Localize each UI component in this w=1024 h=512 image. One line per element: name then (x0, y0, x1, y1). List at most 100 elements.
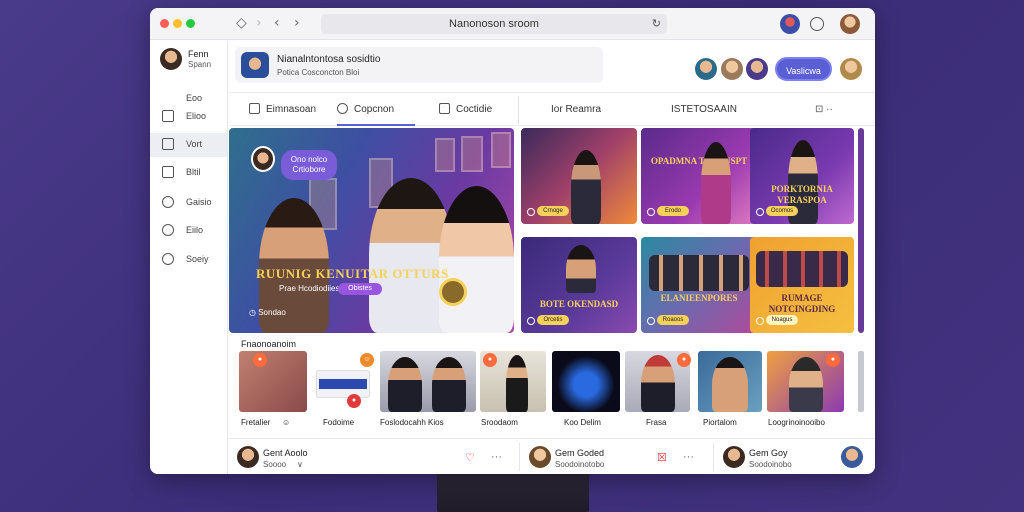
section-title: Fnaonoanoim (241, 339, 297, 349)
tab-label: Coctidie (456, 104, 493, 115)
back-button[interactable]: ‹ (274, 15, 280, 31)
footer-sub: Soodoinotobo (555, 460, 605, 469)
group-image (756, 251, 848, 287)
home-icon (249, 103, 260, 114)
close-window-button[interactable] (160, 19, 169, 28)
tab-istetosaain[interactable]: ISTETOSAAIN (671, 94, 737, 126)
live-badge-icon: ● (253, 353, 267, 367)
person-image (701, 142, 731, 224)
tab-bar: Eimnasoan Copcnon Coctidie Ior Reamra IS… (229, 94, 875, 126)
participant-avatar[interactable] (746, 58, 768, 80)
footer-item[interactable]: Gent Aoolo Soooo ∨ ♡ ··· (229, 439, 519, 474)
maximize-window-button[interactable] (186, 19, 195, 28)
content-card[interactable]: ELANIEENPORES Roaoos (641, 237, 757, 333)
group-image (649, 255, 749, 291)
settings-icon[interactable] (810, 17, 824, 31)
featured-label: Foslodocahh Kios (380, 418, 444, 427)
globe-icon (162, 253, 174, 265)
tab-label: Eimnasoan (266, 104, 317, 115)
featured-label: Fretalier (241, 418, 271, 427)
featured-label: Piortalom (703, 418, 737, 427)
book-icon (162, 138, 174, 150)
sidebar-user-sub: Spann (188, 60, 212, 69)
hero-banner[interactable]: Ono nolco Crtiobore RUUNIG KENUITAR OTTU… (229, 128, 514, 333)
tab-label: Copcnon (354, 104, 395, 115)
content-card[interactable]: BOTE OKENDASD Orcetis (521, 237, 637, 333)
tab-home[interactable]: Eimnasoan (249, 94, 316, 126)
play-icon (756, 208, 764, 216)
tab-square[interactable]: Coctidie (439, 94, 492, 126)
person-image (712, 357, 748, 412)
featured-thumb[interactable] (316, 370, 370, 398)
bell-icon[interactable]: ♡ (465, 451, 475, 464)
host-avatar (251, 146, 275, 172)
chevron-down-icon[interactable]: ∨ (297, 460, 303, 469)
primary-action-button[interactable]: Vaslicwa (775, 57, 832, 81)
sidebar-item-vort[interactable]: Vort (150, 133, 227, 157)
user-avatar[interactable] (840, 58, 862, 80)
page-header: Nianalntontosa sosidtio Potica Cosconcto… (229, 41, 875, 93)
refresh-icon[interactable]: ↻ (652, 14, 661, 34)
footer-item[interactable]: Gem Goded Soodoinotobo ☒ ··· (525, 439, 711, 474)
card-badge: Noagus (766, 315, 798, 325)
featured-thumb[interactable] (698, 351, 762, 412)
featured-thumb[interactable] (552, 351, 620, 412)
channel-avatar (241, 52, 269, 78)
footer-item[interactable]: Gem Goy Soodoinobo (719, 439, 875, 474)
sidebar-item-elioo[interactable]: Elioo (150, 105, 227, 129)
profile-avatar-icon[interactable] (780, 14, 800, 34)
wall-frame (435, 138, 455, 172)
tabs-more-button[interactable]: ⊡ ·· (815, 94, 833, 126)
content-card[interactable]: PORKTORNIA VERASPOA Ocomos (750, 128, 854, 224)
sidebar-toggle-icon[interactable]: ◇ (236, 15, 247, 31)
flag-icon[interactable]: ☒ (657, 451, 667, 464)
participant-avatar[interactable] (695, 58, 717, 80)
clock-icon: ◷ (249, 308, 256, 317)
minimize-window-button[interactable] (173, 19, 182, 28)
hero-footer: ◷ Sondao (249, 308, 286, 317)
play-icon (756, 317, 764, 325)
tab-ior-reamra[interactable]: Ior Reamra (551, 94, 601, 126)
chat-icon (337, 103, 348, 114)
sidebar-item-gaisio[interactable]: Gaisio (150, 191, 227, 215)
person-image (789, 357, 823, 412)
sidebar: Fenn Spann Eoo Elioo Vort Bltil Gaisio E… (150, 41, 228, 474)
more-icon[interactable]: ··· (491, 451, 502, 463)
sidebar-item-eiilo[interactable]: Eiilo (150, 219, 227, 243)
live-badge-icon: ● (483, 353, 497, 367)
featured-label: Sroodaom (481, 418, 518, 427)
chevron-right-icon[interactable]: › (256, 15, 262, 31)
more-icon[interactable]: ··· (683, 451, 694, 463)
tab-divider (518, 96, 519, 124)
tab-chat[interactable]: Copcnon (337, 94, 415, 126)
featured-thumb[interactable] (239, 351, 307, 412)
content-card[interactable]: Crnoge (521, 128, 637, 224)
scroll-peek (858, 351, 864, 412)
channel-card[interactable]: Nianalntontosa sosidtio Potica Cosconcto… (235, 47, 603, 83)
person-image (432, 357, 466, 412)
card-badge: Erodo (657, 206, 689, 216)
footer-avatar (529, 446, 551, 468)
url-bar[interactable]: Nanonoson sroom ↻ (321, 14, 667, 34)
card-peek (858, 128, 864, 333)
featured-thumb[interactable] (380, 351, 476, 412)
sidebar-user-avatar[interactable] (160, 48, 182, 70)
tab-label: Ior Reamra (551, 104, 602, 115)
channel-subtitle: Potica Cosconcton Bloi (277, 68, 360, 77)
sidebar-item-soeiy[interactable]: Soeiy (150, 248, 227, 272)
content-card[interactable]: OPADMNA TANOUSPT Erodo (641, 128, 757, 224)
user-avatar[interactable] (840, 14, 860, 34)
forward-button[interactable]: › (294, 15, 300, 31)
person-image (388, 357, 422, 412)
card-title: OPADMNA TANOUSPT (650, 156, 748, 166)
square-icon (439, 103, 450, 114)
content-card[interactable]: RUMAGE NOTCINGDING Noagus (750, 237, 854, 333)
app-window: ◇ › ‹ › Nanonoson sroom ↻ Fenn Spann Eoo… (150, 8, 875, 474)
monitor-stand (437, 473, 589, 512)
award-icon (439, 278, 467, 306)
sidebar-item-bltil[interactable]: Bltil (150, 161, 227, 185)
participant-avatar[interactable] (721, 58, 743, 80)
play-icon (647, 208, 655, 216)
featured-label: Koo Delim (564, 418, 601, 427)
footer-avatar[interactable] (841, 446, 863, 468)
